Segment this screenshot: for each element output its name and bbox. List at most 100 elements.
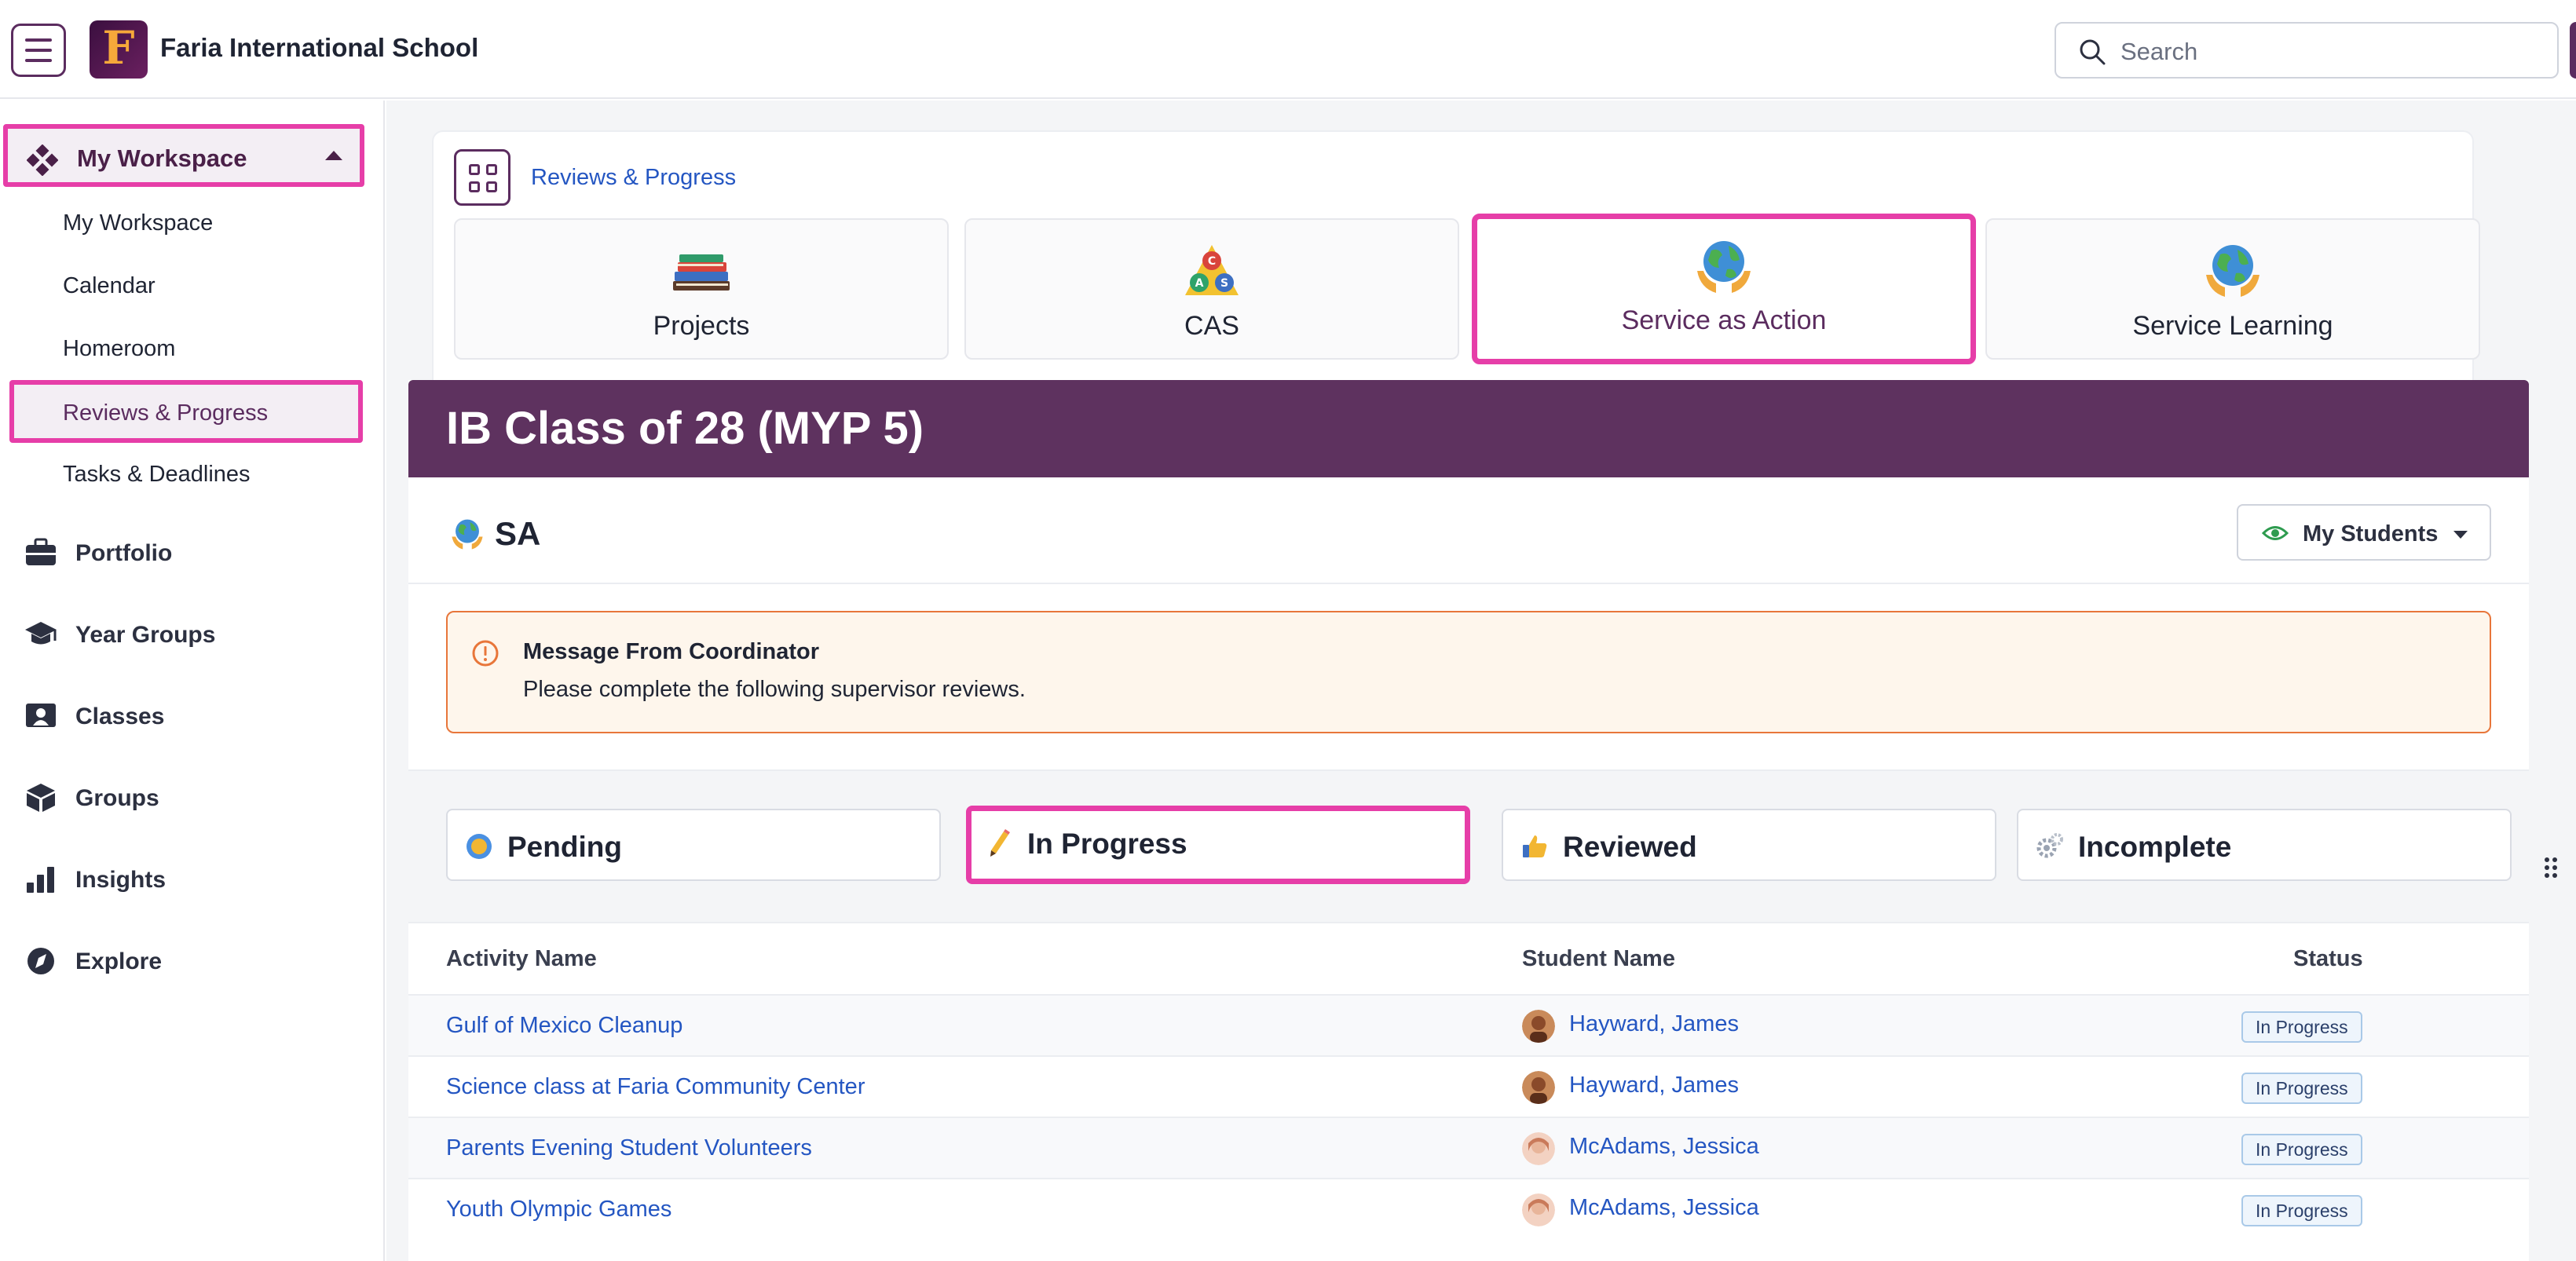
message-body: Please complete the following supervisor… <box>523 677 1026 702</box>
search-input[interactable] <box>2120 35 2529 69</box>
main-content: Reviews & Progress Projects C A S CAS Se… <box>386 101 2576 1261</box>
svg-text:S: S <box>1220 277 1228 290</box>
student-link[interactable]: Hayward, James <box>1569 1011 1739 1037</box>
drag-handle-icon[interactable] <box>2543 856 2559 879</box>
search-icon <box>2080 39 2106 65</box>
cube-icon <box>27 784 55 812</box>
user-avatar[interactable] <box>2570 22 2576 79</box>
tab-in-progress[interactable]: In Progress <box>966 806 1470 884</box>
search-box[interactable] <box>2055 22 2559 79</box>
globe-hands-icon <box>1697 241 1751 293</box>
tab-label: Pending <box>507 831 622 863</box>
my-workspace-section-toggle[interactable]: My Workspace <box>3 124 364 187</box>
sidebar-item-label: Reviews & Progress <box>63 400 269 426</box>
column-header-student[interactable]: Student Name <box>1522 923 1675 994</box>
column-header-status[interactable]: Status <box>2293 923 2363 994</box>
caret-up-icon <box>325 151 342 160</box>
menu-line-icon <box>25 49 52 52</box>
sidebar-item-reviews-progress[interactable]: Reviews & Progress <box>9 380 363 443</box>
hamburger-menu-button[interactable] <box>11 24 66 77</box>
svg-text:C: C <box>1208 255 1216 268</box>
sidebar-item-tasks-deadlines[interactable]: Tasks & Deadlines <box>63 462 251 488</box>
sidebar-item-my-workspace[interactable]: My Workspace <box>63 210 213 236</box>
sidebar-item-portfolio[interactable]: Portfolio <box>0 529 383 576</box>
sidebar-item-classes[interactable]: Classes <box>0 693 383 740</box>
activity-link[interactable]: Parents Evening Student Volunteers <box>446 1135 812 1161</box>
activity-link[interactable]: Gulf of Mexico Cleanup <box>446 1013 682 1039</box>
status-badge: In Progress <box>2241 1073 2362 1104</box>
grid-cell-icon <box>469 164 480 175</box>
student-avatar[interactable] <box>1522 1010 1555 1043</box>
card-service-learning[interactable]: Service Learning <box>1985 218 2480 360</box>
sidebar-item-year-groups[interactable]: Year Groups <box>0 611 383 658</box>
thumbs-up-icon <box>1523 835 1547 857</box>
card-cas[interactable]: C A S CAS <box>964 218 1459 360</box>
grid-cell-icon <box>486 164 497 175</box>
menu-line-icon <box>25 38 52 42</box>
card-label: Service as Action <box>1621 305 1827 335</box>
chevron-down-icon <box>2453 531 2468 539</box>
pencil-icon <box>990 829 1010 857</box>
sidebar-item-homeroom[interactable]: Homeroom <box>63 336 175 362</box>
sidebar-item-explore[interactable]: Explore <box>0 938 383 985</box>
status-badge: In Progress <box>2241 1011 2362 1043</box>
gears-icon <box>2036 833 2063 858</box>
workspace-diamond-icon <box>27 144 58 176</box>
student-link[interactable]: Hayward, James <box>1569 1073 1739 1098</box>
books-icon <box>673 254 730 291</box>
activity-link[interactable]: Youth Olympic Games <box>446 1197 671 1223</box>
compass-icon <box>27 948 54 974</box>
sidebar-item-label: Explore <box>75 948 163 974</box>
cas-triangle-icon: C A S <box>1185 245 1239 295</box>
classroom-icon <box>26 704 56 727</box>
top-bar: F Faria International School <box>0 0 2576 99</box>
card-service-as-action[interactable]: Service as Action <box>1472 214 1976 364</box>
grid-cell-icon <box>469 181 480 192</box>
pending-circle-icon <box>467 834 492 859</box>
tab-pending[interactable]: Pending <box>446 809 941 881</box>
tab-reviewed[interactable]: Reviewed <box>1502 809 1996 881</box>
student-link[interactable]: McAdams, Jessica <box>1569 1134 1759 1160</box>
school-logo[interactable]: F <box>90 20 148 79</box>
tab-label: In Progress <box>1027 828 1187 860</box>
activity-link[interactable]: Science class at Faria Community Center <box>446 1074 865 1100</box>
card-projects[interactable]: Projects <box>454 218 949 360</box>
section-label: SA <box>495 515 541 552</box>
breadcrumb-reviews-progress[interactable]: Reviews & Progress <box>531 165 736 191</box>
school-name: Faria International School <box>160 33 479 62</box>
sidebar-item-label: Classes <box>75 704 165 729</box>
class-banner: IB Class of 28 (MYP 5) <box>408 380 2529 477</box>
tab-incomplete[interactable]: Incomplete <box>2017 809 2512 881</box>
coordinator-message: Message From Coordinator Please complete… <box>446 611 2491 733</box>
my-students-label: My Students <box>2303 521 2439 546</box>
bar-chart-icon <box>27 867 54 893</box>
globe-hands-icon <box>452 519 483 550</box>
sidebar-item-label: Portfolio <box>75 540 173 566</box>
alert-circle-icon <box>472 640 499 667</box>
sidebar-item-calendar[interactable]: Calendar <box>63 273 156 299</box>
status-badge: In Progress <box>2241 1195 2362 1226</box>
tab-label: Reviewed <box>1563 831 1697 863</box>
sidebar: My Workspace My Workspace Calendar Homer… <box>0 101 385 1261</box>
sidebar-item-label: Year Groups <box>75 622 216 648</box>
student-link[interactable]: McAdams, Jessica <box>1569 1195 1759 1221</box>
student-avatar[interactable] <box>1522 1071 1555 1104</box>
sidebar-item-insights[interactable]: Insights <box>0 856 383 903</box>
table-row: Parents Evening Student Volunteers McAda… <box>408 1117 2529 1178</box>
tab-label: Incomplete <box>2078 831 2232 863</box>
sidebar-item-label: Groups <box>75 785 159 811</box>
graduation-cap-icon <box>25 622 57 645</box>
sidebar-item-label: Insights <box>75 867 166 893</box>
grid-cell-icon <box>486 181 497 192</box>
sidebar-item-groups[interactable]: Groups <box>0 774 383 821</box>
briefcase-icon <box>26 538 56 565</box>
message-title: Message From Coordinator <box>523 639 820 664</box>
card-label: Service Learning <box>2132 311 2333 341</box>
column-header-activity[interactable]: Activity Name <box>446 923 597 994</box>
student-avatar[interactable] <box>1522 1132 1555 1165</box>
table-row: Science class at Faria Community Center … <box>408 1055 2529 1117</box>
my-students-dropdown[interactable]: My Students <box>2237 504 2491 561</box>
student-avatar[interactable] <box>1522 1193 1555 1226</box>
apps-grid-button[interactable] <box>454 149 510 206</box>
status-badge: In Progress <box>2241 1134 2362 1165</box>
